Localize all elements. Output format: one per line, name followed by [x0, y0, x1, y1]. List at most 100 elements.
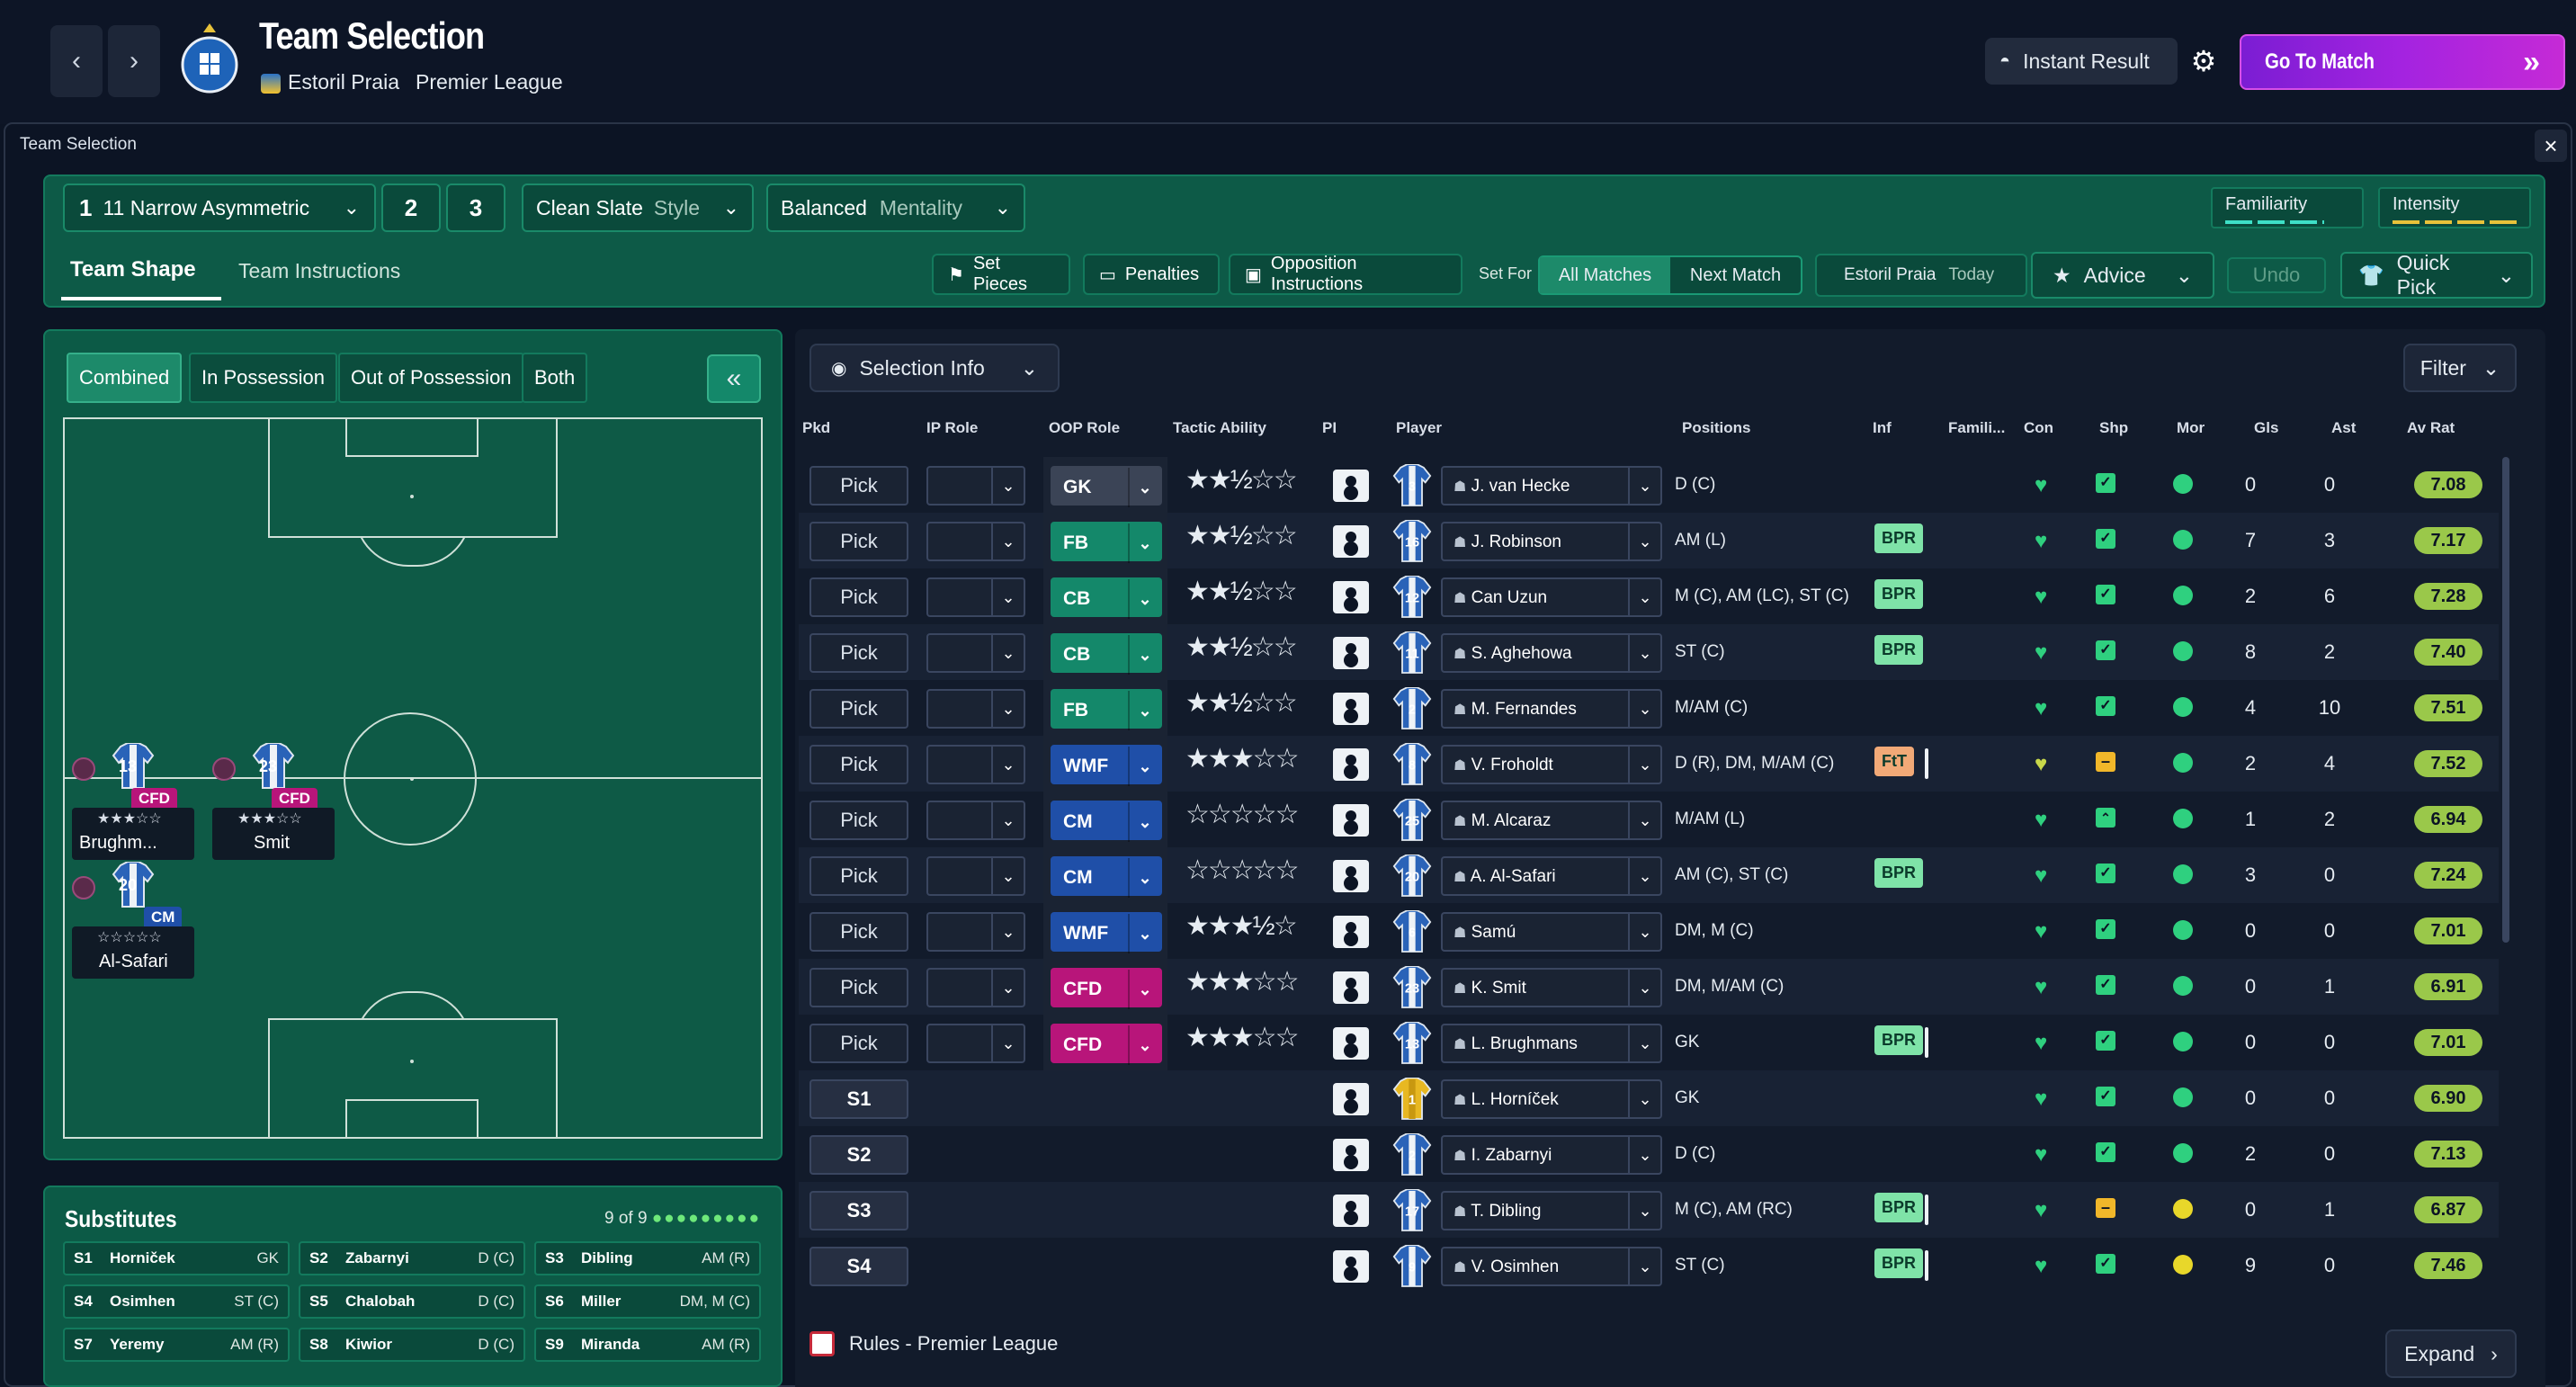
opposition-instructions-button[interactable]: ▣ Opposition Instructions — [1229, 254, 1462, 295]
player-instructions-icon[interactable] — [1333, 1250, 1369, 1283]
ip-role-dropdown[interactable]: ⌄ — [926, 801, 1025, 840]
oop-role-dropdown[interactable]: FB ⌄ — [1051, 689, 1162, 730]
pick-button[interactable]: Pick — [809, 912, 908, 952]
quick-pick-button[interactable]: 👕 Quick Pick ⌄ — [2340, 251, 2533, 299]
familiarity-indicator[interactable]: Familiarity — [2211, 187, 2364, 228]
player-dropdown[interactable]: ☗ M. Fernandes ⌄ — [1441, 689, 1662, 729]
player-dropdown[interactable]: ☗ Samú ⌄ — [1441, 912, 1662, 952]
col-header-positions[interactable]: Positions — [1682, 419, 1751, 437]
ip-role-dropdown[interactable]: ⌄ — [926, 912, 1025, 952]
col-header-ip-role[interactable]: IP Role — [926, 419, 978, 437]
player-instructions-icon[interactable] — [1333, 525, 1369, 558]
table-row[interactable]: Pick ⌄ CB ⌄ ★★½☆☆ 11 ☗ S. Aghehowa ⌄ ST (C) BPR ♥ ✓… — [799, 624, 2499, 680]
pick-button[interactable]: Pick — [809, 745, 908, 784]
sub-slot-s9[interactable]: S9 Miranda AM (R) — [534, 1328, 761, 1362]
pitch-tab-combined[interactable]: Combined — [67, 353, 183, 403]
ip-role-dropdown[interactable]: ⌄ — [926, 633, 1025, 673]
col-header-oop-role[interactable]: OOP Role — [1049, 419, 1120, 437]
player-dropdown[interactable]: ☗ V. Osimhen ⌄ — [1441, 1247, 1662, 1286]
ip-role-dropdown[interactable]: ⌄ — [926, 689, 1025, 729]
opponent[interactable]: Estoril Praia — [261, 70, 399, 94]
influence-badge[interactable]: BPR — [1874, 523, 1924, 553]
pitch-tab-in-possession[interactable]: In Possession — [189, 353, 337, 403]
player-dropdown[interactable]: ☗ L. Brughmans ⌄ — [1441, 1024, 1662, 1063]
table-row[interactable]: Pick ⌄ GK ⌄ ★★½☆☆ 3 ☗ J. van Hecke ⌄ D (C) ♥ ✓ 0 0 7.… — [799, 457, 2499, 513]
advice-button[interactable]: ★ Advice ⌄ — [2031, 252, 2214, 299]
ip-role-dropdown[interactable]: ⌄ — [926, 577, 1025, 617]
penalties-button[interactable]: ▭ Penalties — [1083, 254, 1220, 295]
player-instructions-icon[interactable] — [1333, 748, 1369, 781]
table-row[interactable]: S4 9 ☗ V. Osimhen ⌄ ST (C) BPR ♥ ✓ 9 0 7.46 — [799, 1238, 2499, 1293]
player-instructions-icon[interactable] — [1333, 860, 1369, 892]
player-instructions-icon[interactable] — [1333, 693, 1369, 725]
col-header-player[interactable]: Player — [1396, 419, 1442, 437]
player-dropdown[interactable]: ☗ A. Al-Safari ⌄ — [1441, 856, 1662, 896]
col-header-con[interactable]: Con — [2024, 419, 2053, 437]
player-dropdown[interactable]: ☗ M. Alcaraz ⌄ — [1441, 801, 1662, 840]
player-instructions-icon[interactable] — [1333, 916, 1369, 948]
col-header-shp[interactable]: Shp — [2099, 419, 2128, 437]
player-dropdown[interactable]: ☗ T. Dibling ⌄ — [1441, 1191, 1662, 1230]
ip-role-dropdown[interactable]: ⌄ — [926, 522, 1025, 561]
mentality-dropdown[interactable]: Balanced Mentality ⌄ — [766, 183, 1025, 232]
ip-role-dropdown[interactable]: ⌄ — [926, 968, 1025, 1007]
selection-info-dropdown[interactable]: ◉ Selection Info ⌄ — [809, 344, 1060, 392]
influence-badge[interactable]: BPR — [1874, 635, 1924, 665]
ip-role-dropdown[interactable]: ⌄ — [926, 745, 1025, 784]
pick-button[interactable]: Pick — [809, 577, 908, 617]
pitch-player-card[interactable]: 20 CM ☆☆☆☆☆ Al-Safari — [72, 862, 194, 979]
oop-role-dropdown[interactable]: CFD ⌄ — [1051, 968, 1162, 1009]
sub-slot-s3[interactable]: S3 Dibling AM (R) — [534, 1241, 761, 1275]
player-instructions-icon[interactable] — [1333, 637, 1369, 669]
player-dropdown[interactable]: ☗ I. Zabarnyi ⌄ — [1441, 1135, 1662, 1175]
player-instructions-icon[interactable] — [1333, 971, 1369, 1004]
table-row[interactable]: S2 2 ☗ I. Zabarnyi ⌄ D (C) ♥ ✓ 2 0 7.13 — [799, 1126, 2499, 1182]
table-row[interactable]: Pick ⌄ CM ⌄ ☆☆☆☆☆ 25 ☗ M. Alcaraz ⌄ M/AM (L) ♥ ⌃ 1 2… — [799, 792, 2499, 847]
rules-link[interactable]: Rules - Premier League — [809, 1331, 1058, 1356]
oop-role-dropdown[interactable]: WMF ⌄ — [1051, 912, 1162, 953]
table-row[interactable]: S3 17 ☗ T. Dibling ⌄ M (C), AM (RC) BPR ♥ – 0 1 6.… — [799, 1182, 2499, 1238]
ip-role-dropdown[interactable]: ⌄ — [926, 1024, 1025, 1063]
player-instructions-icon[interactable] — [1333, 1027, 1369, 1060]
player-dropdown[interactable]: ☗ J. Robinson ⌄ — [1441, 522, 1662, 561]
pick-button[interactable]: Pick — [809, 466, 908, 506]
oop-role-dropdown[interactable]: CB ⌄ — [1051, 633, 1162, 675]
table-row[interactable]: Pick ⌄ FB ⌄ ★★½☆☆ 2 ☗ M. Fernandes ⌄ M/AM (C) ♥ ✓ 4… — [799, 680, 2499, 736]
table-row[interactable]: Pick ⌄ WMF ⌄ ★★★☆☆ 8 ☗ V. Froholdt ⌄ D (R), DM, … — [799, 736, 2499, 792]
tab-team-shape[interactable]: Team Shape — [70, 257, 196, 282]
pick-button[interactable]: Pick — [809, 522, 908, 561]
pick-button[interactable]: Pick — [809, 856, 908, 896]
expand-button[interactable]: Expand › — [2385, 1329, 2517, 1378]
back-button[interactable]: ‹ — [50, 25, 103, 97]
instant-result-button[interactable]: ◓ Instant Result — [1985, 38, 2178, 85]
player-dropdown[interactable]: ☗ L. Horníček ⌄ — [1441, 1079, 1662, 1119]
player-dropdown[interactable]: ☗ K. Smit ⌄ — [1441, 968, 1662, 1007]
influence-badge[interactable]: BPR — [1874, 1193, 1924, 1222]
player-instructions-icon[interactable] — [1333, 804, 1369, 837]
go-to-match-button[interactable]: Go To Match » — [2240, 34, 2565, 90]
undo-button[interactable]: Undo — [2227, 257, 2326, 293]
col-header-pi[interactable]: PI — [1322, 419, 1337, 437]
oop-role-dropdown[interactable]: CM ⌄ — [1051, 856, 1162, 898]
oop-role-dropdown[interactable]: CFD ⌄ — [1051, 1024, 1162, 1065]
tab-team-instructions[interactable]: Team Instructions — [238, 259, 400, 283]
oop-role-dropdown[interactable]: CB ⌄ — [1051, 577, 1162, 619]
sub-slot-s6[interactable]: S6 Miller DM, M (C) — [534, 1284, 761, 1319]
player-dropdown[interactable]: ☗ J. van Hecke ⌄ — [1441, 466, 1662, 506]
influence-badge[interactable]: BPR — [1874, 858, 1924, 888]
pick-button[interactable]: Pick — [809, 689, 908, 729]
influence-badge[interactable]: BPR — [1874, 1248, 1924, 1278]
table-row[interactable]: Pick ⌄ CFD ⌄ ★★★☆☆ 23 ☗ K. Smit ⌄ DM, M/AM (C) ♥ ✓… — [799, 959, 2499, 1015]
competition-name[interactable]: Premier League — [416, 70, 563, 94]
forward-button[interactable]: › — [108, 25, 160, 97]
player-instructions-icon[interactable] — [1333, 581, 1369, 613]
pick-button[interactable]: Pick — [809, 801, 908, 840]
col-header-pkd[interactable]: Pkd — [802, 419, 830, 437]
sub-slot-s2[interactable]: S2 Zabarnyi D (C) — [299, 1241, 525, 1275]
table-row[interactable]: Pick ⌄ WMF ⌄ ★★★½☆ 6 ☗ Samú ⌄ DM, M (C) ♥ ✓ 0 0 7.01 — [799, 903, 2499, 959]
col-header-av-rat[interactable]: Av Rat — [2407, 419, 2455, 437]
player-instructions-icon[interactable] — [1333, 1083, 1369, 1115]
col-header-familiarity[interactable]: Famili... — [1948, 419, 2005, 437]
table-row[interactable]: S1 1 ☗ L. Horníček ⌄ GK ♥ ✓ 0 0 6.90 — [799, 1070, 2499, 1126]
oop-role-dropdown[interactable]: GK ⌄ — [1051, 466, 1162, 507]
